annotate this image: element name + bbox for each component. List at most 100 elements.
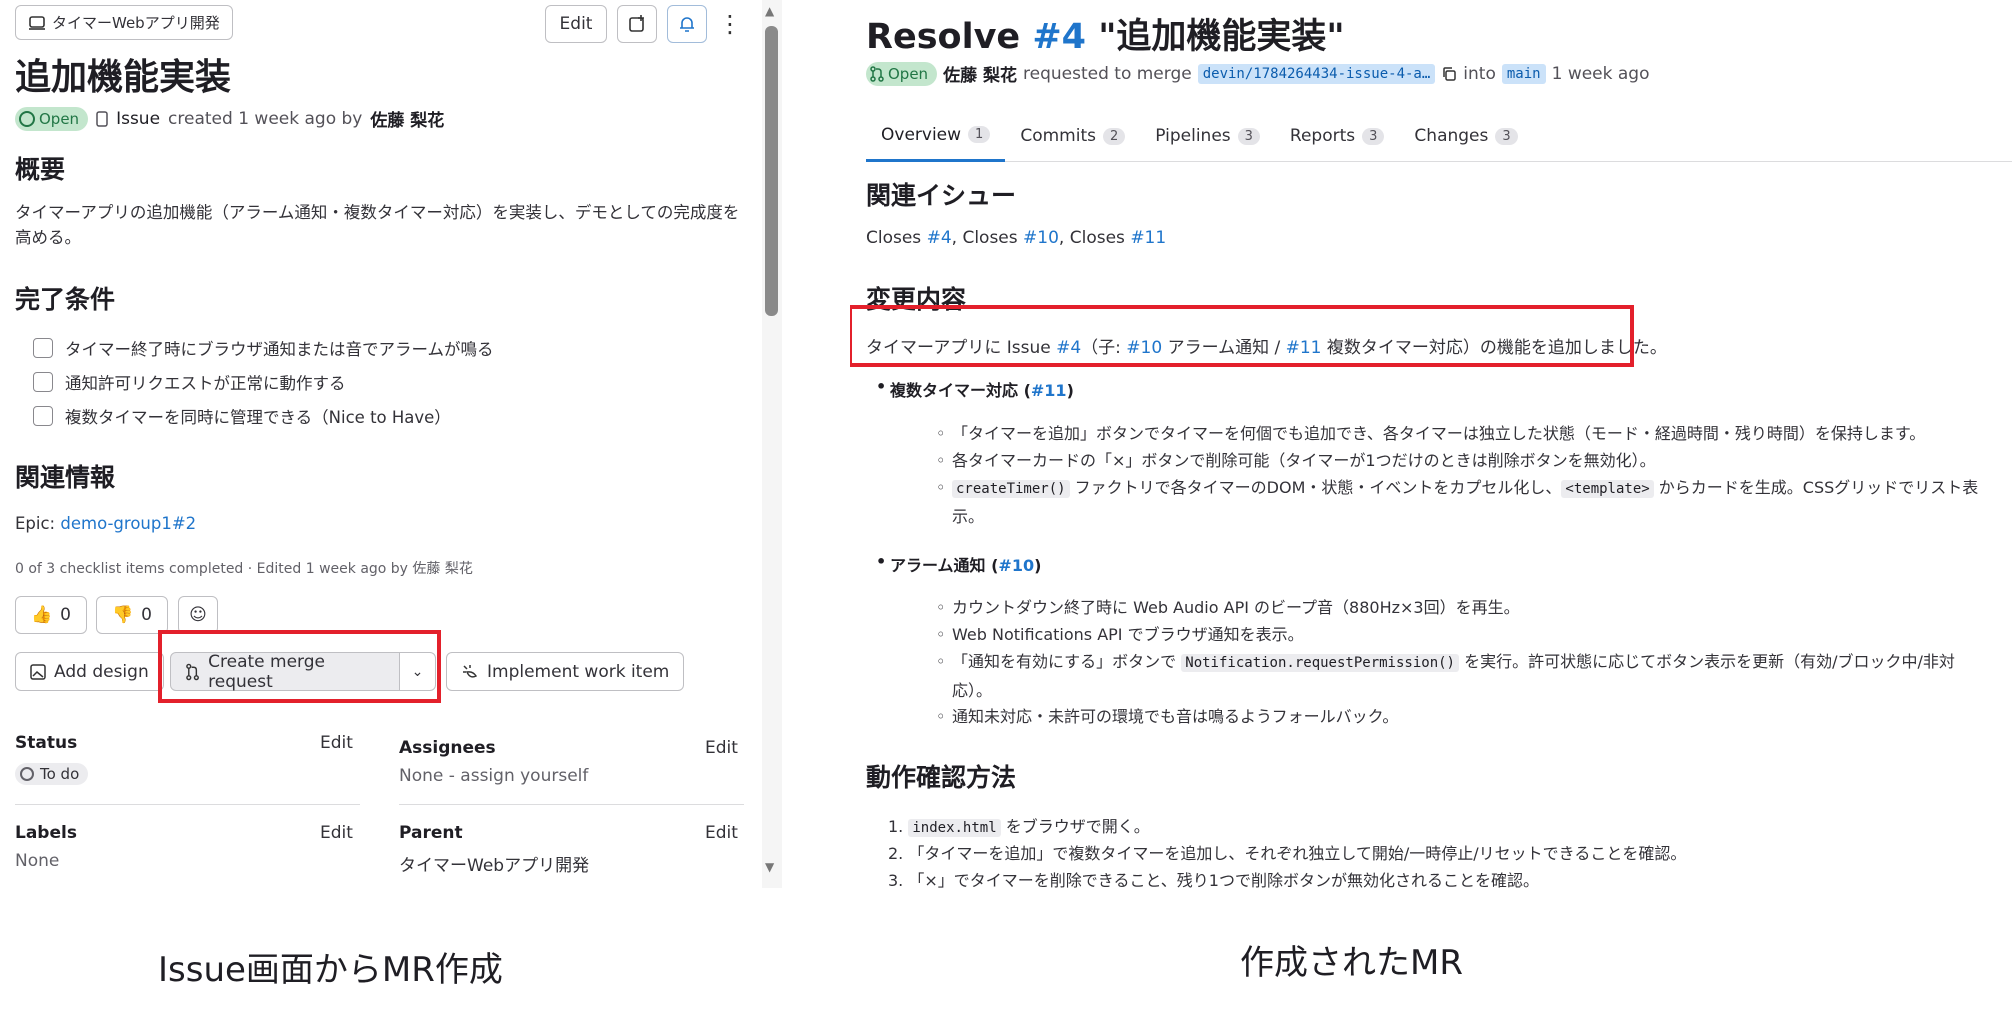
checkbox[interactable] bbox=[33, 372, 53, 392]
project-icon bbox=[29, 15, 45, 30]
divider bbox=[399, 804, 744, 805]
thumbs-up-icon: 👍 bbox=[31, 605, 53, 625]
add-design-button[interactable]: Add design bbox=[15, 652, 164, 691]
copy-icon[interactable] bbox=[1441, 66, 1457, 82]
issue-meta: Open Issue created 1 week ago by 佐藤 梨花 bbox=[15, 106, 444, 131]
new-item-icon bbox=[629, 15, 644, 32]
list-item: 「タイマーを追加」ボタンでタイマーを何個でも追加でき、各タイマーは独立した状態（… bbox=[936, 420, 1992, 448]
overview-text: タイマーアプリの追加機能（アラーム通知・複数タイマー対応）を実装し、デモとしての… bbox=[15, 203, 740, 247]
labels-label: Labels bbox=[15, 823, 77, 843]
assignees-value[interactable]: None - assign yourself bbox=[399, 766, 588, 786]
mr-requested-text: requested to merge bbox=[1023, 63, 1192, 84]
tab-pipelines[interactable]: Pipelines 3 bbox=[1140, 110, 1275, 162]
thumbs-up-button[interactable]: 👍 0 bbox=[15, 596, 87, 634]
done-criteria-heading: 完了条件 bbox=[15, 285, 116, 314]
mr-author[interactable]: 佐藤 梨花 bbox=[943, 61, 1017, 86]
new-related-item-button[interactable] bbox=[617, 5, 657, 43]
list-item: Web Notifications API でブラウザ通知を表示。 bbox=[936, 621, 1992, 649]
highlight-box bbox=[850, 305, 1634, 367]
list-item: 1. index.html をブラウザで開く。 bbox=[888, 817, 1150, 837]
issue-created-text: created 1 week ago by bbox=[168, 108, 363, 129]
list-item: 2. 「タイマーを追加」で複数タイマーを追加し、それぞれ独立して開始/一時停止/… bbox=[888, 844, 1687, 863]
closes-row: Closes #4, Closes #10, Closes #11 bbox=[866, 228, 1167, 248]
more-actions-icon[interactable]: ⋮ bbox=[718, 12, 742, 36]
list-item: 「通知を有効にする」ボタンで Notification.requestPermi… bbox=[936, 648, 1992, 705]
status-label: Status bbox=[15, 733, 78, 753]
project-context-badge[interactable]: タイマーWebアプリ開発 bbox=[15, 5, 233, 40]
issue-type-label: Issue bbox=[116, 108, 161, 129]
project-context-label: タイマーWebアプリ開発 bbox=[52, 14, 220, 32]
image-icon bbox=[30, 663, 46, 680]
verify-heading: 動作確認方法 bbox=[866, 763, 1017, 792]
issue-type-icon bbox=[96, 110, 108, 127]
tab-reports[interactable]: Reports 3 bbox=[1275, 110, 1400, 162]
thumbs-down-icon: 👎 bbox=[112, 605, 134, 625]
divider bbox=[15, 804, 360, 805]
issue-title: 追加機能実装 bbox=[15, 57, 232, 98]
issue-panel: タイマーWebアプリ開発 Edit ⋮ 追加機能実装 Open Issue cr… bbox=[0, 0, 785, 888]
implement-work-item-button[interactable]: Implement work item bbox=[446, 652, 685, 691]
mr-time: 1 week ago bbox=[1551, 63, 1650, 84]
checklist-item[interactable]: 通知許可リクエストが正常に動作する bbox=[33, 370, 346, 394]
mr-status-badge: Open bbox=[866, 61, 938, 86]
mr-meta: Open 佐藤 梨花 requested to merge devin/1784… bbox=[866, 61, 1650, 86]
mr-tabs: Overview 1 Commits 2 Pipelines 3 Reports 3 C… bbox=[866, 110, 2012, 162]
scroll-up-icon[interactable]: ▲ bbox=[765, 4, 774, 18]
status-badge: Open bbox=[15, 106, 89, 131]
assignees-edit-button[interactable]: Edit bbox=[705, 738, 738, 758]
smiley-icon: ☺ bbox=[189, 605, 207, 625]
mr-title: Resolve #4 "追加機能実装" bbox=[866, 17, 1345, 57]
ai-agent-icon bbox=[463, 664, 478, 678]
add-reaction-button[interactable]: ☺ bbox=[178, 596, 218, 634]
related-info-heading: 関連情報 bbox=[15, 463, 116, 492]
checkbox[interactable] bbox=[33, 338, 53, 358]
status-value-badge: To do bbox=[15, 763, 89, 785]
tab-changes[interactable]: Changes 3 bbox=[1399, 110, 1532, 162]
tab-commits[interactable]: Commits 2 bbox=[1005, 110, 1140, 162]
edit-issue-button[interactable]: Edit bbox=[545, 5, 607, 43]
into-text: into bbox=[1463, 63, 1496, 84]
target-branch[interactable]: main bbox=[1501, 63, 1546, 84]
parent-edit-button[interactable]: Edit bbox=[705, 823, 738, 843]
issue-author[interactable]: 佐藤 梨花 bbox=[370, 106, 444, 131]
closes-link[interactable]: #10 bbox=[1023, 228, 1059, 248]
open-status-icon bbox=[19, 110, 35, 127]
todo-status-icon bbox=[20, 767, 34, 781]
labels-edit-button[interactable]: Edit bbox=[320, 823, 353, 843]
checklist-meta: 0 of 3 checklist items completed · Edite… bbox=[15, 561, 473, 577]
list-item: カウントダウン終了時に Web Audio API のビープ音（880Hz×3回… bbox=[936, 594, 1992, 622]
scroll-down-icon[interactable]: ▼ bbox=[765, 860, 774, 874]
labels-value: None bbox=[15, 851, 60, 871]
assignees-label: Assignees bbox=[399, 738, 496, 758]
issue-link[interactable]: #10 bbox=[998, 556, 1034, 575]
list-item: 3. 「×」でタイマーを削除できること、残り1つで削除ボタンが無効化されることを… bbox=[888, 871, 1539, 888]
multi-timer-heading: 複数タイマー対応 (#11) bbox=[876, 377, 1074, 401]
highlight-box bbox=[158, 630, 441, 703]
merge-request-icon bbox=[870, 65, 884, 82]
parent-value[interactable]: タイマーWebアプリ開発 bbox=[399, 851, 589, 876]
closes-link[interactable]: #11 bbox=[1130, 228, 1166, 248]
checkbox[interactable] bbox=[33, 406, 53, 426]
status-edit-button[interactable]: Edit bbox=[320, 733, 353, 753]
source-branch[interactable]: devin/1784264434-issue-4-a… bbox=[1197, 63, 1436, 84]
merge-request-panel: Resolve #4 "追加機能実装" Open 佐藤 梨花 requested… bbox=[850, 0, 2012, 888]
thumbs-down-button[interactable]: 👎 0 bbox=[96, 596, 168, 634]
mr-issue-ref[interactable]: #4 bbox=[1032, 17, 1086, 57]
list-item: createTimer() ファクトリで各タイマーのDOM・状態・イベントをカプ… bbox=[936, 474, 1992, 531]
parent-label: Parent bbox=[399, 823, 463, 843]
notifications-button[interactable] bbox=[667, 5, 707, 43]
tab-overview[interactable]: Overview 1 bbox=[866, 110, 1006, 162]
bell-icon bbox=[680, 17, 694, 32]
checklist-item[interactable]: タイマー終了時にブラウザ通知または音でアラームが鳴る bbox=[33, 336, 494, 360]
epic-link[interactable]: demo-group1#2 bbox=[60, 514, 196, 533]
closes-link[interactable]: #4 bbox=[927, 228, 952, 248]
issue-link[interactable]: #11 bbox=[1031, 381, 1067, 400]
list-item: 各タイマーカードの「×」ボタンで削除可能（タイマーが1つだけのときは削除ボタンを… bbox=[936, 447, 1992, 475]
checklist-item[interactable]: 複数タイマーを同時に管理できる（Nice to Have） bbox=[33, 404, 451, 428]
list-item: 通知未対応・未許可の環境でも音は鳴るようフォールバック。 bbox=[936, 703, 1992, 731]
overview-heading: 概要 bbox=[15, 155, 66, 184]
scrollbar-thumb[interactable] bbox=[765, 26, 778, 316]
alarm-heading: アラーム通知 (#10) bbox=[876, 552, 1041, 576]
left-caption: Issue画面からMR作成 bbox=[158, 950, 503, 990]
right-caption: 作成されたMR bbox=[1240, 943, 1463, 983]
